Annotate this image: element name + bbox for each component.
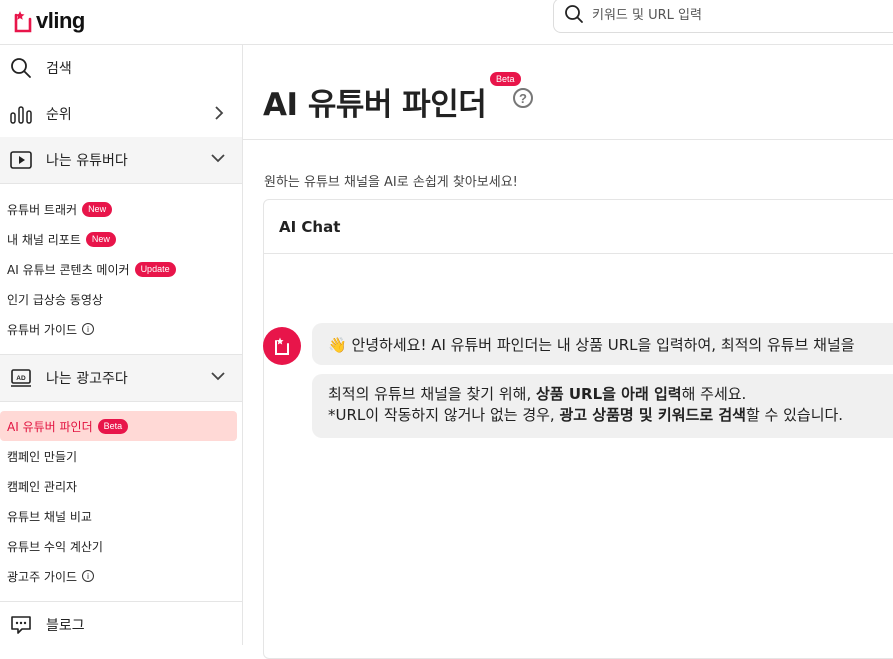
message-line: 최적의 유튜브 채널을 찾기 위해, 상품 URL을 아래 입력해 주세요.	[328, 384, 893, 405]
message-text: 해 주세요.	[681, 385, 747, 403]
sidebar-item-advertiser-guide[interactable]: 광고주 가이드 i	[0, 561, 242, 591]
chat-header: AI Chat	[264, 200, 893, 254]
chat-message-instruction: 최적의 유튜브 채널을 찾기 위해, 상품 URL을 아래 입력해 주세요. *…	[312, 374, 893, 438]
chevron-right-icon	[212, 105, 226, 125]
message-text: 할 수 있습니다.	[745, 406, 844, 424]
info-icon: i	[82, 570, 95, 582]
message-text: 최적의 유튜브 채널을 찾기 위해,	[328, 385, 537, 403]
sidebar-item-ai-youtuber-finder[interactable]: AI 유튜버 파인더 Beta	[0, 411, 237, 441]
sidebar-item-blog[interactable]: 블로그	[0, 602, 242, 648]
sidebar-item-label: 캠페인 만들기	[7, 449, 78, 464]
bar-chart-icon	[10, 103, 32, 125]
logo-text: vling	[36, 8, 85, 33]
chat-bubble-icon	[10, 614, 32, 636]
top-header: vling	[0, 0, 893, 45]
page-title: AI 유튜버 파인더	[263, 87, 487, 123]
ad-icon: AD	[10, 367, 32, 389]
sidebar-section-label: 나는 유튜버다	[46, 153, 128, 169]
svg-text:AD: AD	[16, 375, 26, 382]
sidebar-item-search[interactable]: 검색	[0, 45, 242, 91]
search-icon	[10, 57, 32, 79]
sidebar-item-revenue-calculator[interactable]: 유튜브 수익 계산기	[0, 531, 242, 561]
sidebar-item-ai-content-maker[interactable]: AI 유튜브 콘텐츠 메이커 Update	[0, 254, 242, 284]
message-emphasis: 상품 URL을 아래 입력	[536, 385, 682, 403]
vling-logo-icon	[12, 9, 34, 33]
help-icon[interactable]: ?	[513, 88, 533, 108]
sidebar-item-label: 블로그	[46, 618, 85, 634]
chat-message-greeting: 👋 안녕하세요! AI 유튜버 파인더는 내 상품 URL을 입력하여, 최적의…	[312, 323, 893, 365]
vling-logo[interactable]: vling	[12, 2, 85, 40]
sidebar-section-advertiser[interactable]: AD 나는 광고주다	[0, 355, 242, 401]
sidebar: 검색 순위 나는 유튜버다 유튜버 트래커 New 내 채널 리포트 New A…	[0, 45, 243, 645]
message-text: *URL이 작동하지 않거나 없는 경우,	[328, 406, 560, 424]
sidebar-item-channel-report[interactable]: 내 채널 리포트 New	[0, 224, 242, 254]
message-emphasis: 광고 상품명 및 키워드로 검색	[559, 406, 746, 424]
main-content: AI 유튜버 파인더 Beta ? 원하는 유튜브 채널을 AI로 손쉽게 찾아…	[243, 45, 893, 659]
page-subtitle: 원하는 유튜브 채널을 AI로 손쉽게 찾아보세요!	[264, 175, 518, 190]
global-search-box[interactable]	[553, 0, 893, 33]
sidebar-item-label: 캠페인 관리자	[7, 479, 78, 494]
update-badge: Update	[134, 261, 176, 277]
chevron-down-icon	[210, 151, 226, 169]
message-line: *URL이 작동하지 않거나 없는 경우, 광고 상품명 및 키워드로 검색할 …	[328, 405, 893, 426]
sidebar-item-youtuber-guide[interactable]: 유튜버 가이드 i	[0, 314, 242, 344]
sidebar-item-label: 순위	[46, 107, 72, 123]
chat-title: AI Chat	[279, 217, 341, 236]
sidebar-item-label: 유튜브 채널 비교	[7, 509, 92, 524]
title-area: AI 유튜버 파인더 Beta ?	[243, 45, 893, 140]
sidebar-item-youtuber-tracker[interactable]: 유튜버 트래커 New	[0, 194, 242, 224]
sidebar-item-label: AI 유튜브 콘텐츠 메이커	[7, 262, 130, 277]
sidebar-item-label: 유튜버 트래커	[7, 202, 78, 217]
search-icon	[564, 4, 584, 28]
sidebar-item-trending-videos[interactable]: 인기 급상승 동영상	[0, 284, 242, 314]
new-badge: New	[82, 201, 113, 217]
global-search-input[interactable]	[592, 8, 872, 23]
vling-bot-icon	[275, 337, 289, 355]
sidebar-item-campaign-manager[interactable]: 캠페인 관리자	[0, 471, 242, 501]
sidebar-item-label: 검색	[46, 61, 72, 77]
info-icon: i	[82, 323, 95, 335]
sidebar-section-youtuber[interactable]: 나는 유튜버다	[0, 137, 242, 183]
sidebar-section-label: 나는 광고주다	[46, 371, 128, 387]
sidebar-item-label: 내 채널 리포트	[7, 232, 81, 247]
sidebar-item-label: 유튜버 가이드	[7, 322, 78, 337]
sidebar-item-label: 광고주 가이드	[7, 569, 78, 584]
message-text: 👋 안녕하세요! AI 유튜버 파인더는 내 상품 URL을 입력하여, 최적의…	[328, 336, 855, 354]
sidebar-item-channel-compare[interactable]: 유튜브 채널 비교	[0, 501, 242, 531]
sidebar-item-label: 유튜브 수익 계산기	[7, 539, 103, 554]
beta-badge: Beta	[490, 72, 521, 86]
play-icon	[10, 149, 32, 171]
sidebar-item-label: AI 유튜버 파인더	[7, 419, 93, 434]
bot-avatar	[263, 327, 301, 365]
chevron-down-icon	[210, 369, 226, 387]
sidebar-item-label: 인기 급상승 동영상	[7, 292, 103, 307]
sidebar-item-ranking[interactable]: 순위	[0, 91, 242, 137]
sidebar-item-create-campaign[interactable]: 캠페인 만들기	[0, 441, 242, 471]
beta-badge: Beta	[97, 418, 129, 434]
new-badge: New	[85, 231, 116, 247]
